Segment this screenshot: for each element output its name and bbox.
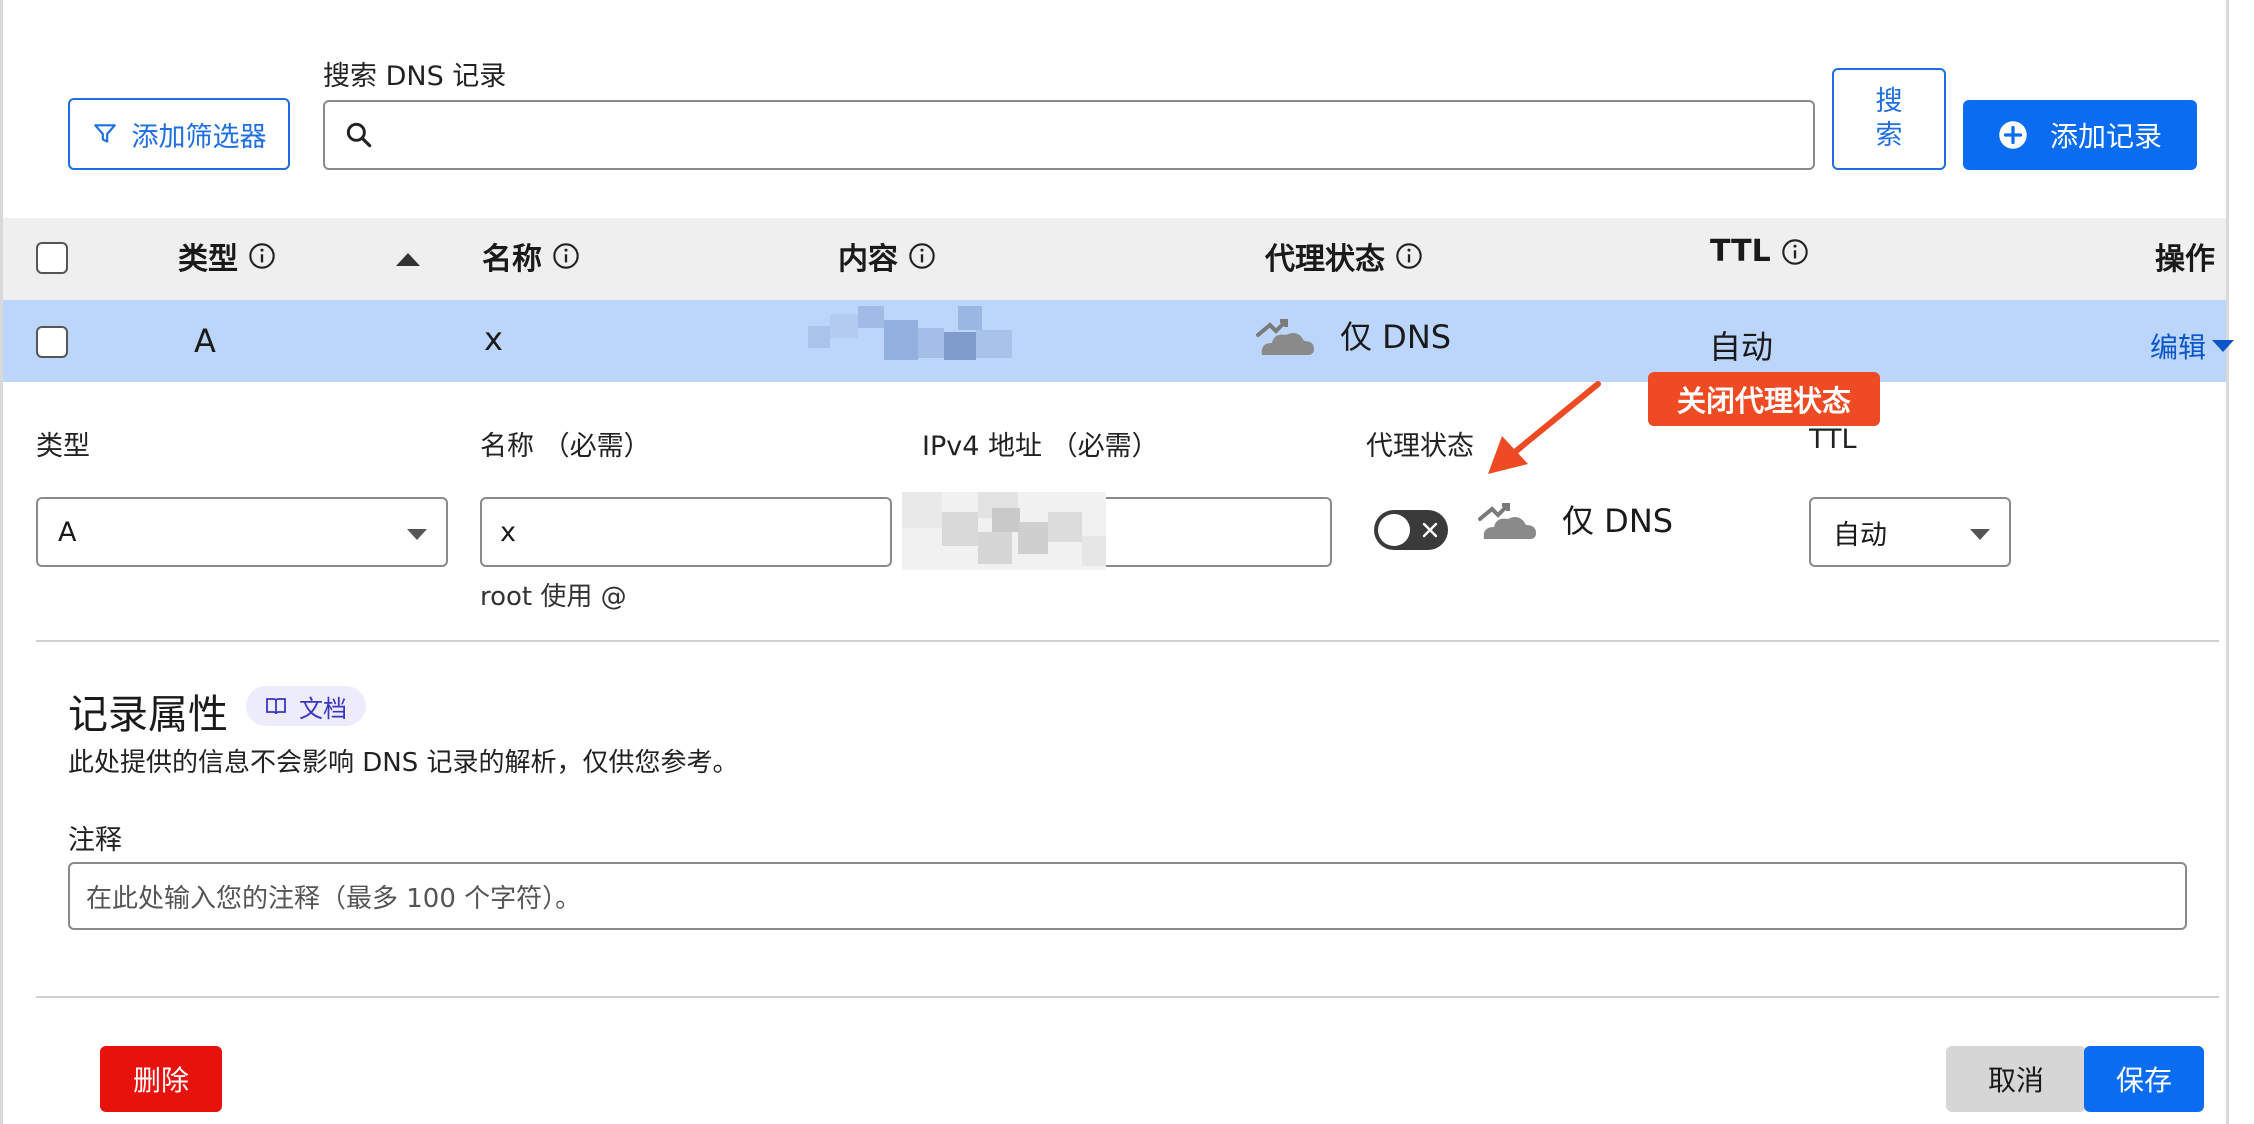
cloud-dns-only-icon — [1474, 497, 1540, 541]
callout-badge: 关闭代理状态 — [1648, 372, 1880, 426]
add-record-button[interactable]: 添加记录 — [1963, 100, 2197, 170]
column-header-actions: 操作 — [2155, 242, 2215, 277]
plus-circle-icon — [1998, 120, 2028, 150]
column-header-proxy[interactable]: 代理状态 — [1265, 234, 1423, 278]
column-header-ttl[interactable]: TTL — [1710, 234, 1809, 269]
table-header — [3, 218, 2226, 300]
form-proxy-status: 仅 DNS — [1474, 496, 1673, 542]
search-label: 搜索 DNS 记录 — [323, 61, 507, 92]
info-icon — [908, 242, 936, 270]
type-select[interactable]: A — [36, 497, 448, 567]
select-all-checkbox[interactable] — [36, 242, 68, 274]
column-header-name[interactable]: 名称 — [482, 234, 580, 278]
ttl-select[interactable]: 自动 — [1809, 497, 2011, 567]
chevron-down-icon — [406, 527, 428, 541]
cancel-button[interactable]: 取消 — [1946, 1046, 2086, 1112]
save-button[interactable]: 保存 — [2084, 1046, 2204, 1112]
callout-arrow — [1480, 380, 1610, 484]
book-icon — [265, 696, 287, 716]
table-row[interactable] — [3, 300, 2226, 382]
info-icon — [552, 242, 580, 270]
name-input[interactable]: x — [480, 497, 892, 567]
ipv4-label: IPv4 地址 （必需） — [922, 431, 1159, 462]
add-filter-button[interactable]: 添加筛选器 — [68, 98, 290, 170]
cloud-dns-only-icon — [1252, 313, 1318, 357]
sort-ascending-icon[interactable] — [393, 250, 423, 272]
search-input[interactable] — [323, 100, 1815, 170]
close-icon — [1422, 522, 1438, 538]
info-icon — [248, 242, 276, 270]
add-filter-label: 添加筛选器 — [131, 121, 267, 153]
proxy-label: 代理状态 — [1366, 431, 1474, 462]
search-button-label: 搜 索 — [1875, 86, 1903, 151]
row-edit-link[interactable]: 编辑 — [2150, 326, 2236, 366]
row-content-redacted — [808, 306, 1020, 372]
row-proxy-status: 仅 DNS — [1252, 312, 1451, 358]
search-icon — [343, 119, 375, 151]
row-checkbox[interactable] — [36, 326, 68, 358]
toggle-knob — [1378, 514, 1410, 546]
row-ttl: 自动 — [1709, 328, 1774, 366]
info-icon — [1781, 238, 1809, 266]
column-header-content[interactable]: 内容 — [838, 234, 936, 278]
chevron-down-icon — [1969, 527, 1991, 541]
filter-icon — [92, 121, 118, 147]
comment-input[interactable]: 在此处输入您的注释（最多 100 个字符）。 — [68, 862, 2187, 930]
search-button[interactable]: 搜 索 — [1832, 68, 1946, 170]
caret-down-icon — [2210, 338, 2236, 354]
frame-right-border — [2226, 0, 2229, 1124]
docs-badge[interactable]: 文档 — [246, 686, 366, 726]
attributes-description: 此处提供的信息不会影响 DNS 记录的解析，仅供您参考。 — [68, 748, 739, 778]
column-header-type[interactable]: 类型 — [178, 234, 276, 278]
frame-left-border — [0, 0, 3, 1124]
proxy-toggle[interactable] — [1374, 510, 1448, 550]
name-hint: root 使用 @ — [480, 582, 627, 612]
attributes-title: 记录属性 — [68, 692, 228, 738]
info-icon — [1395, 242, 1423, 270]
comment-label: 注释 — [68, 825, 122, 856]
add-record-label: 添加记录 — [2049, 120, 2162, 153]
form-divider — [36, 640, 2219, 642]
ipv4-value-redacted — [902, 492, 1106, 570]
row-name: x — [484, 320, 503, 358]
type-label: 类型 — [36, 431, 90, 462]
row-type: A — [194, 322, 216, 360]
name-label: 名称 （必需） — [480, 431, 651, 462]
delete-button[interactable]: 删除 — [100, 1046, 222, 1112]
ttl-label: TTL — [1809, 424, 1857, 455]
footer-divider — [36, 996, 2219, 998]
